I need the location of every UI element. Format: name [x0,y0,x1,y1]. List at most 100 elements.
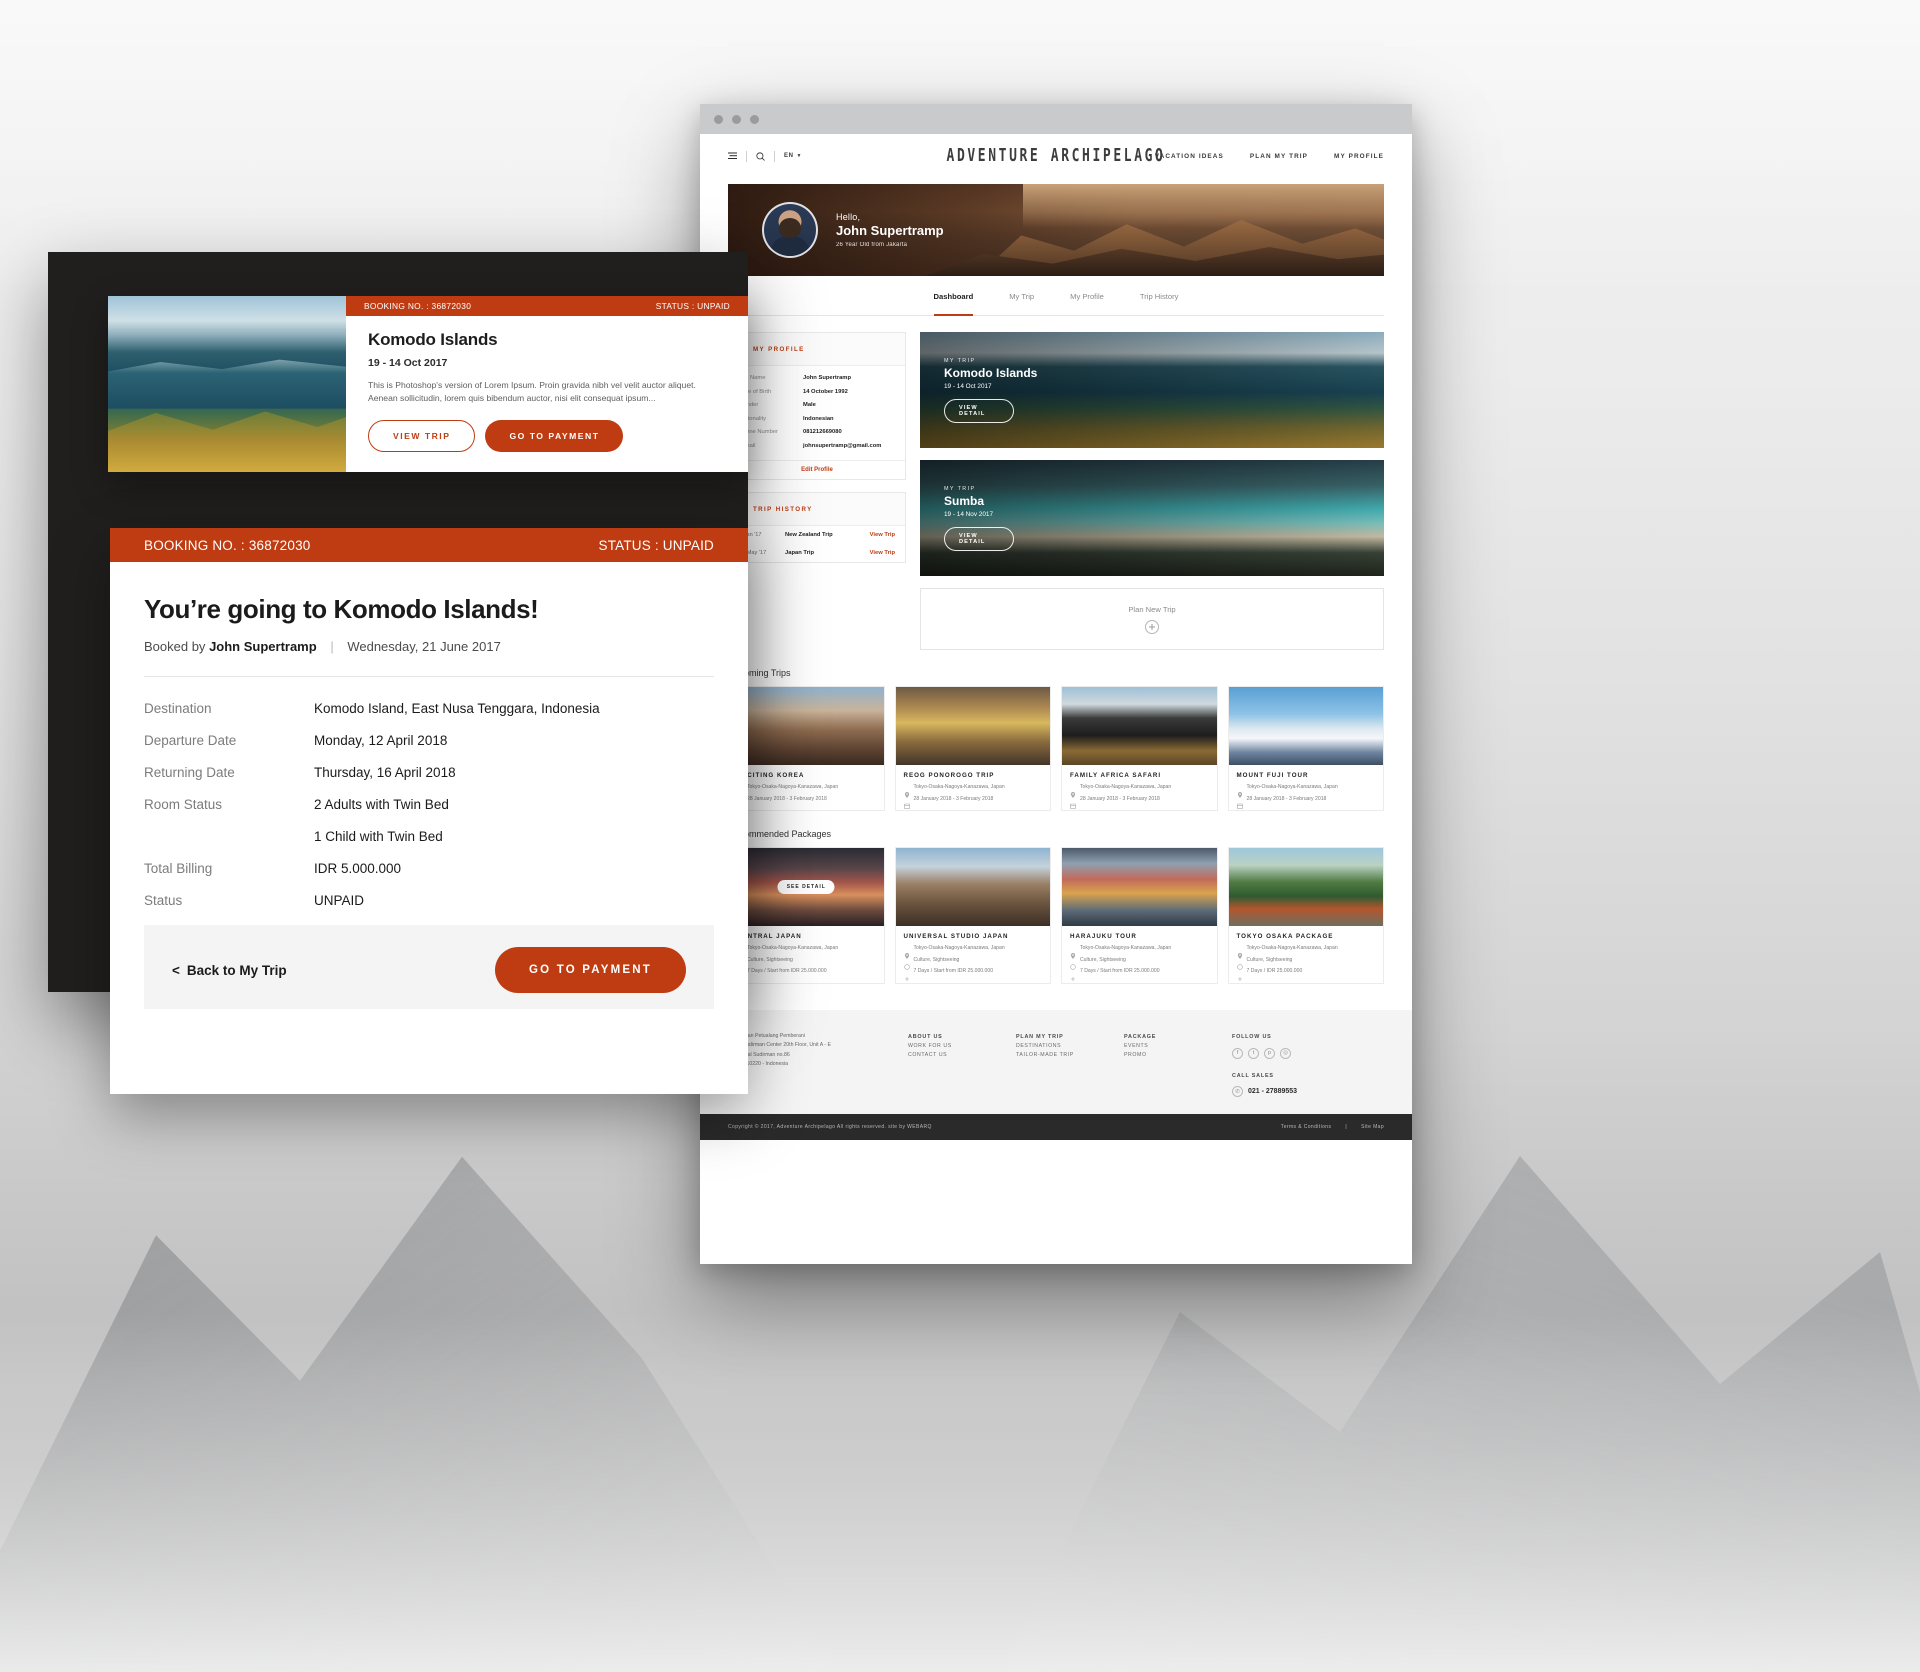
pinterest-icon[interactable]: p [1264,1047,1275,1059]
detail-value: Thursday, 16 April 2018 [314,765,456,780]
footer-terms-link[interactable]: Terms & Conditions [1281,1124,1332,1130]
profile-key: Phone Number [739,429,778,435]
footer-head-about-us[interactable]: ABOUT US [908,1032,1016,1042]
nav-link-my-profile[interactable]: MY PROFILE [1334,153,1384,160]
view-detail-button[interactable]: VIEW DETAIL [944,526,1014,551]
chevron-left-icon: < [172,962,180,978]
table-row: Returning Date Thursday, 16 April 2018 [144,765,714,780]
package-card[interactable]: TOKYO OSAKA PACKAGE Tokyo-Osaka-Nagoya-K… [1227,847,1384,984]
language-selector[interactable]: EN ▼ [784,153,802,159]
browser-title-bar [700,104,1412,134]
tab-my-profile[interactable]: My Profile [1070,292,1104,308]
footer-address-line-1: Sahid Sudirman Center 20th Floor, Unit A… [728,1042,831,1049]
avatar [762,202,818,258]
profile-row: Nationality Indonesian [739,416,895,422]
location-pin-icon [1237,785,1243,798]
my-profile-panel-title: MY PROFILE [753,345,805,353]
trip-dates: 19 - 14 Oct 2017 [368,357,448,369]
my-trip-card-sumba[interactable]: MY TRIP Sumba 19 - 14 Nov 2017 VIEW DETA… [920,460,1384,576]
trip-history-row: 1 Jan '17 New Zealand Trip View Trip [729,526,905,544]
profile-key: Date of Birth [739,388,772,395]
booking-status-bar: BOOKING NO. : 36872030 STATUS : UNPAID [346,296,748,316]
minimize-dot-icon[interactable] [732,114,741,124]
komodo-thumbnail-photo [108,296,346,472]
site-footer: PT Barisan Petualang Pemberani Sahid Sud… [700,1009,1412,1115]
trip-card-dates: 19 - 14 Nov 2017 [944,510,994,518]
footer-phone-number[interactable]: 021 - 27889553 [1248,1086,1297,1099]
booking-details-table: Destination Komodo Island, East Nusa Teng… [144,701,714,908]
trip-card-tag: MY TRIP [944,485,976,492]
calendar-icon [1236,796,1243,809]
see-detail-button[interactable]: SEE DETAIL [777,880,835,894]
history-name: Japan Trip [785,550,814,556]
footer-link-destinations[interactable]: DESTINATIONS [1016,1042,1124,1052]
trip-location: Tokyo-Osaka-Nagoya-Kanazawa, Japan [1080,784,1172,790]
package-card[interactable]: SEE DETAIL CENTRAL JAPAN Tokyo-Osaka-Nag… [728,847,885,984]
footer-column-package: PACKAGE EVENTS PROMO [1124,1032,1232,1099]
plan-new-trip-button[interactable]: Plan New Trip [920,588,1384,650]
upcoming-trips-row: EXCITING KOREA Tokyo-Osaka-Nagoya-Kanaza… [728,686,1384,811]
edit-profile-button[interactable]: Edit Profile [729,460,905,479]
maximize-dot-icon[interactable] [750,114,759,124]
view-detail-button[interactable]: VIEW DETAIL [944,398,1014,423]
search-icon[interactable] [756,151,765,161]
trip-card-name: Komodo Islands [944,365,1038,380]
booking-number: BOOKING NO. : 36872030 [364,301,472,311]
package-location: Tokyo-Osaka-Nagoya-Kanazawa, Japan [913,945,1005,951]
trip-photo [895,687,1050,765]
tag-icon [903,957,910,970]
tab-my-trip[interactable]: My Trip [1009,292,1034,308]
tab-dashboard[interactable]: Dashboard [933,292,973,316]
profile-hero-banner: Hello, John Supertramp 26 Year Old from … [728,184,1384,276]
profile-key: Full Name [739,375,766,381]
history-view-trip-link[interactable]: View Trip [870,550,895,556]
trip-dates: 28 January 2018 - 3 February 2018 [747,795,827,802]
trip-location: Tokyo-Osaka-Nagoya-Kanazawa, Japan [1246,784,1338,790]
go-to-payment-button[interactable]: GO TO PAYMENT [495,947,686,993]
footer-link-tailor-made-trip[interactable]: TAILOR-MADE TRIP [1016,1051,1124,1061]
footer-link-events[interactable]: EVENTS [1124,1042,1232,1052]
detail-key: Departure Date [144,733,237,748]
footer-link-work-for-us[interactable]: WORK FOR US [908,1042,1016,1052]
nav-link-vacation-ideas[interactable]: VACATION IDEAS [1155,153,1224,160]
upcoming-trip-card[interactable]: REOG PONOROGO TRIP Tokyo-Osaka-Nagoya-Ka… [894,686,1051,811]
footer-head-plan-my-trip[interactable]: PLAN MY TRIP [1016,1032,1124,1042]
package-photo [895,848,1050,926]
footer-sitemap-link[interactable]: Site Map [1361,1124,1384,1130]
history-view-trip-link[interactable]: View Trip [870,532,895,538]
facebook-icon[interactable]: f [1232,1047,1243,1059]
upcoming-trip-card[interactable]: FAMILY AFRICA SAFARI Tokyo-Osaka-Nagoya-… [1061,686,1218,811]
package-card[interactable]: HARAJUKU TOUR Tokyo-Osaka-Nagoya-Kanazaw… [1061,847,1218,984]
footer-head-package[interactable]: PACKAGE [1124,1032,1232,1042]
phone-icon: ✆ [1232,1086,1243,1098]
back-to-my-trip-link[interactable]: < Back to My Trip [172,963,287,978]
instagram-icon[interactable]: ◎ [1280,1047,1291,1059]
close-dot-icon[interactable] [714,114,723,124]
go-to-payment-button[interactable]: GO TO PAYMENT [485,419,624,452]
footer-head-follow-us: FOLLOW US [1232,1033,1272,1040]
footer-copyright-bar: Copyright © 2017, Adventure Archipelago … [700,1114,1412,1141]
recommended-packages-title: Recommended Packages [728,829,832,839]
location-pin-icon [1237,946,1243,959]
twitter-icon[interactable]: t [1248,1047,1259,1059]
upcoming-trip-card[interactable]: MOUNT FUJI TOUR Tokyo-Osaka-Nagoya-Kanaz… [1227,686,1384,811]
trip-history-row: 20 May '17 Japan Trip View Trip [729,544,905,562]
package-tags: Culture, Sightseeing [913,956,960,963]
footer-head-call-sales: CALL SALES [1232,1072,1274,1079]
footer-link-promo[interactable]: PROMO [1124,1051,1232,1061]
upcoming-trip-card[interactable]: EXCITING KOREA Tokyo-Osaka-Nagoya-Kanaza… [728,686,885,811]
package-photo [1062,848,1217,926]
tag-icon [1070,957,1076,970]
view-trip-button[interactable]: VIEW TRIP [368,419,476,452]
footer-column-social: FOLLOW US f t p ◎ CALL SALES ✆ 021 - 278… [1232,1032,1297,1099]
package-tags: Culture, Sightseeing [1080,956,1126,963]
package-card[interactable]: UNIVERSAL STUDIO JAPAN Tokyo-Osaka-Nagoy… [894,847,1051,984]
table-row: Status UNPAID [144,893,714,908]
hamburger-icon[interactable] [728,152,737,160]
tab-trip-history[interactable]: Trip History [1140,292,1179,308]
package-price: 7 Days / Start from IDR 25.000.000 [913,968,994,974]
trip-location: Tokyo-Osaka-Nagoya-Kanazawa, Japan [747,784,839,790]
my-trip-card-komodo[interactable]: MY TRIP Komodo Islands 19 - 14 Oct 2017 … [920,332,1384,448]
nav-link-plan-my-trip[interactable]: PLAN MY TRIP [1250,153,1308,160]
footer-link-contact-us[interactable]: CONTACT US [908,1051,1016,1061]
